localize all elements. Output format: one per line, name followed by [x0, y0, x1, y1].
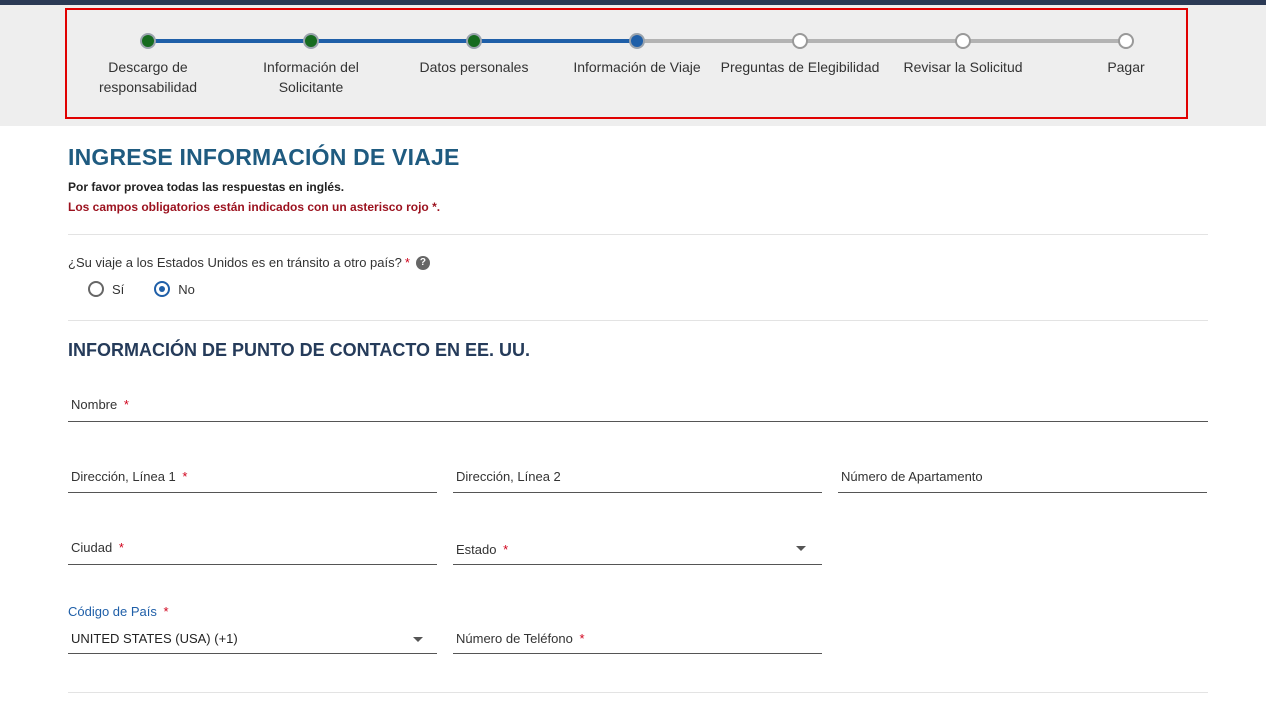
address-line2-field[interactable]: Dirección, Línea 2 [453, 462, 822, 493]
state-label: Estado * [456, 542, 508, 557]
contact-section-title: INFORMACIÓN DE PUNTO DE CONTACTO EN EE. … [68, 340, 531, 360]
chevron-down-icon[interactable] [413, 637, 423, 642]
country-code-value: UNITED STATES (USA) (+1) [71, 631, 238, 646]
phone-number-label: Número de Teléfono * [456, 631, 585, 646]
page-title: INGRESE INFORMACIÓN DE VIAJE [68, 144, 460, 170]
address-line2-label: Dirección, Línea 2 [456, 469, 561, 484]
label-text: Nombre [71, 397, 118, 412]
required-asterisk: * [182, 469, 188, 484]
contact-name-label: Nombre * [71, 397, 129, 412]
address-line1-label: Dirección, Línea 1 * [71, 469, 187, 484]
radio-label-no: No [178, 281, 195, 297]
divider [68, 234, 1208, 235]
country-code-select[interactable]: UNITED STATES (USA) (+1) [68, 622, 437, 654]
required-asterisk: * [123, 397, 129, 412]
required-asterisk: * [118, 540, 124, 555]
label-text: Dirección, Línea 1 [71, 469, 176, 484]
transit-question-text: ¿Su viaje a los Estados Unidos es en trá… [68, 255, 402, 270]
contact-name-field[interactable]: Nombre * [68, 390, 1208, 422]
transit-question: ¿Su viaje a los Estados Unidos es en trá… [68, 255, 430, 270]
label-text: Estado [456, 542, 497, 557]
stepper-highlight-box [65, 8, 1188, 119]
transit-radio-no[interactable]: No [154, 281, 195, 297]
state-select[interactable]: Estado * [453, 533, 822, 565]
required-asterisk: * [503, 542, 509, 557]
radio-unchecked-icon[interactable] [88, 281, 104, 297]
transit-radio-yes[interactable]: Sí [88, 281, 124, 297]
apartment-number-label: Número de Apartamento [841, 469, 983, 484]
english-note: Por favor provea todas las respuestas en… [68, 180, 345, 194]
label-text: Código de País [68, 604, 157, 619]
required-asterisk: * [163, 604, 169, 619]
question-circle-icon[interactable]: ? [415, 255, 430, 270]
required-asterisk: * [579, 631, 585, 646]
address-line1-field[interactable]: Dirección, Línea 1 * [68, 462, 437, 493]
apartment-number-field[interactable]: Número de Apartamento [838, 462, 1207, 493]
radio-label-yes: Sí [112, 281, 125, 297]
divider [68, 320, 1208, 321]
radio-checked-icon[interactable] [154, 281, 171, 297]
chevron-down-icon[interactable] [796, 546, 806, 551]
phone-number-field[interactable]: Número de Teléfono * [453, 622, 822, 654]
divider [68, 692, 1208, 693]
city-field[interactable]: Ciudad * [68, 533, 437, 565]
required-fields-note: Los campos obligatorios están indicados … [68, 200, 441, 214]
label-text: Número de Teléfono [456, 631, 573, 646]
required-asterisk: * [404, 255, 410, 270]
country-code-label: Código de País * [68, 604, 169, 619]
transit-radio-group: Sí No [88, 281, 225, 297]
label-text: Ciudad [71, 540, 113, 555]
city-label: Ciudad * [71, 540, 124, 555]
